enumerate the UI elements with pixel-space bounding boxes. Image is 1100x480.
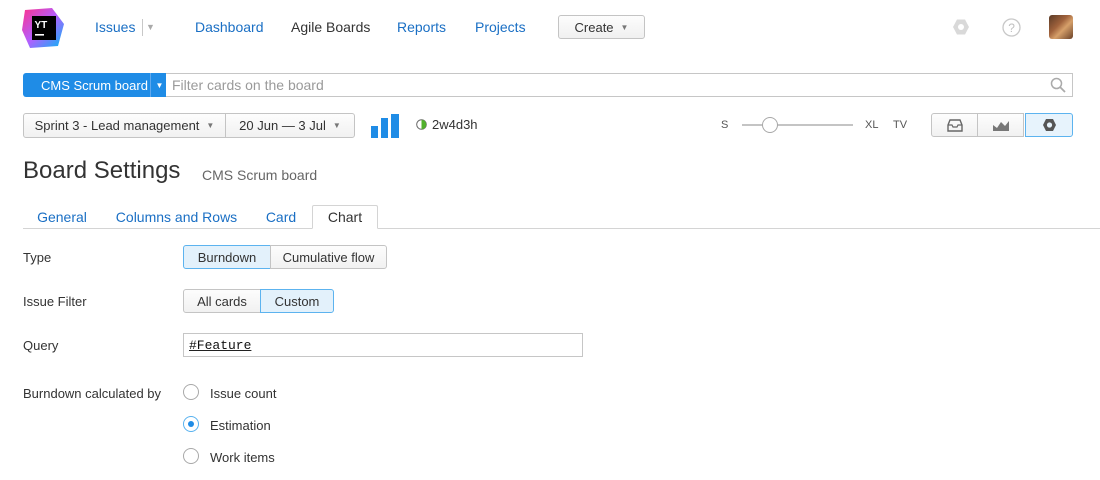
query-input[interactable]: #Feature — [183, 333, 583, 357]
issue-filter-label: Issue Filter — [23, 294, 87, 309]
tab-columns-and-rows[interactable]: Columns and Rows — [110, 205, 243, 229]
help-icon[interactable]: ? — [1001, 17, 1021, 37]
board-selector-label: CMS Scrum board — [41, 77, 148, 93]
query-label: Query — [23, 338, 59, 353]
board-selector-button[interactable]: CMS Scrum board — [23, 73, 168, 97]
top-navigation: YT Issues ▼ Dashboard Agile Boards Repor… — [0, 0, 1100, 60]
report-view-button[interactable] — [977, 113, 1024, 137]
backlog-view-button[interactable] — [931, 113, 978, 137]
nav-divider — [142, 19, 143, 36]
sprint-dates-selector[interactable]: 20 Jun — 3 Jul ▼ — [225, 113, 355, 138]
sprint-name: Sprint 3 - Lead management — [34, 118, 200, 133]
card-filter-input[interactable] — [166, 73, 1073, 97]
tv-mode-toggle[interactable]: TV — [893, 119, 907, 131]
filter-custom-button[interactable]: Custom — [260, 289, 334, 313]
area-chart-icon — [992, 120, 1009, 131]
gear-icon — [1042, 119, 1056, 131]
chevron-down-icon: ▼ — [620, 22, 629, 32]
page-subtitle: CMS Scrum board — [202, 167, 318, 183]
card-size-slider-thumb[interactable] — [761, 117, 778, 133]
svg-text:?: ? — [1008, 21, 1015, 35]
tab-card[interactable]: Card — [257, 205, 305, 229]
nav-reports[interactable]: Reports — [397, 19, 446, 35]
nav-dashboard[interactable]: Dashboard — [195, 19, 264, 35]
radio-estimation-label[interactable]: Estimation — [210, 418, 271, 433]
issues-dropdown-icon[interactable]: ▼ — [146, 22, 155, 32]
burndown-calc-label: Burndown calculated by — [23, 386, 162, 401]
type-burndown-button[interactable]: Burndown — [183, 245, 271, 269]
page-title: Board Settings — [23, 157, 181, 184]
type-cumulative-flow-button[interactable]: Cumulative flow — [270, 245, 387, 269]
youtrack-logo[interactable]: YT — [22, 8, 64, 48]
chart-icon[interactable] — [371, 114, 399, 138]
query-value: #Feature — [189, 337, 252, 353]
user-avatar[interactable] — [1049, 15, 1073, 39]
chevron-down-icon: ▼ — [206, 121, 215, 130]
chevron-down-icon: ▼ — [332, 121, 341, 130]
radio-estimation[interactable] — [183, 416, 199, 432]
type-label: Type — [23, 250, 52, 265]
nav-issues[interactable]: Issues — [95, 19, 135, 35]
size-large-label: XL — [865, 119, 879, 131]
sprint-time-left: 2w4d3h — [416, 117, 478, 132]
tab-general[interactable]: General — [29, 205, 95, 229]
inbox-icon — [946, 118, 963, 132]
settings-view-button[interactable] — [1025, 113, 1073, 137]
sprint-selector[interactable]: Sprint 3 - Lead management ▼ — [23, 113, 226, 138]
radio-work-items[interactable] — [183, 448, 199, 464]
size-small-label: S — [721, 119, 729, 131]
create-label: Create — [574, 19, 614, 35]
sprint-dates: 20 Jun — 3 Jul — [239, 118, 326, 133]
card-size-slider-track[interactable] — [742, 124, 853, 126]
search-icon[interactable] — [1050, 77, 1066, 93]
filter-all-cards-button[interactable]: All cards — [183, 289, 261, 313]
nav-projects[interactable]: Projects — [475, 19, 526, 35]
radio-issue-count[interactable] — [183, 384, 199, 400]
radio-issue-count-label[interactable]: Issue count — [210, 386, 277, 401]
settings-gear-icon[interactable] — [951, 17, 971, 37]
create-button[interactable]: Create ▼ — [558, 15, 645, 39]
nav-agile-boards[interactable]: Agile Boards — [291, 19, 370, 35]
progress-pie-icon — [416, 119, 427, 130]
tab-chart[interactable]: Chart — [312, 205, 378, 229]
logo-text: YT — [35, 20, 48, 31]
time-left-value: 2w4d3h — [432, 117, 478, 132]
radio-work-items-label[interactable]: Work items — [210, 450, 275, 465]
